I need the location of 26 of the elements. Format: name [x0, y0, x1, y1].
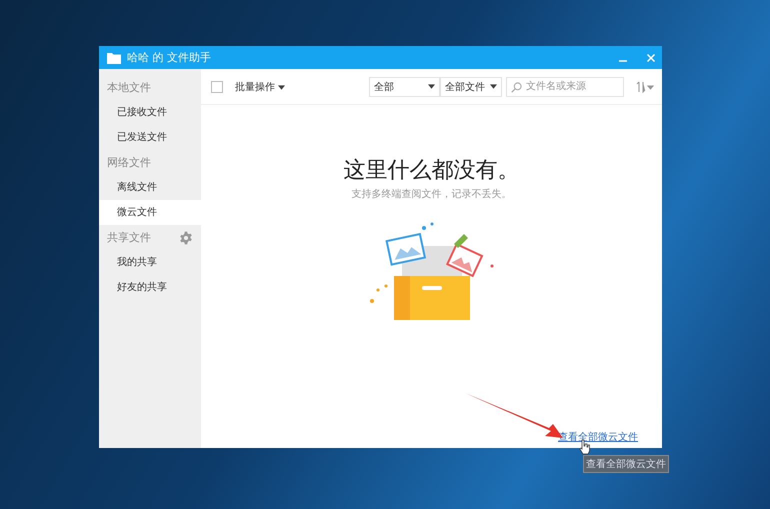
- batch-menu-button[interactable]: 批量操作: [235, 80, 285, 94]
- empty-state-subtitle: 支持多终端查阅文件，记录不丢失。: [352, 188, 512, 201]
- sidebar-section-label: 共享文件: [107, 230, 151, 245]
- sidebar-section-label: 本地文件: [107, 80, 151, 95]
- folder-icon: [107, 52, 121, 64]
- sidebar-item[interactable]: 已发送文件: [99, 125, 201, 150]
- sidebar-item[interactable]: 离线文件: [99, 175, 201, 200]
- filter-dropdown[interactable]: 全部: [369, 76, 440, 96]
- caret-icon: [278, 84, 285, 90]
- caret-icon: [428, 84, 435, 89]
- search-field[interactable]: 文件名或来源: [506, 76, 624, 96]
- sidebar-item[interactable]: 微云文件: [99, 200, 201, 225]
- sidebar-item[interactable]: 已接收文件: [99, 100, 201, 125]
- tooltip: 查看全部微云文件: [583, 455, 669, 473]
- select-all-checkbox[interactable]: [211, 80, 223, 92]
- sidebar-item[interactable]: 我的共享: [99, 250, 201, 275]
- settings-icon[interactable]: [179, 230, 193, 244]
- sort-icon[interactable]: [636, 80, 654, 92]
- caret-icon: [490, 84, 497, 89]
- window-title: 哈哈 的 文件助手: [127, 50, 211, 65]
- filter-dropdown[interactable]: 全部文件: [440, 76, 502, 96]
- sidebar-section-label: 网络文件: [107, 155, 151, 170]
- empty-state-title: 这里什么都没有。: [344, 157, 520, 185]
- close-icon[interactable]: [646, 52, 656, 62]
- search-icon: [511, 82, 522, 92]
- sidebar-item[interactable]: 好友的共享: [99, 275, 201, 300]
